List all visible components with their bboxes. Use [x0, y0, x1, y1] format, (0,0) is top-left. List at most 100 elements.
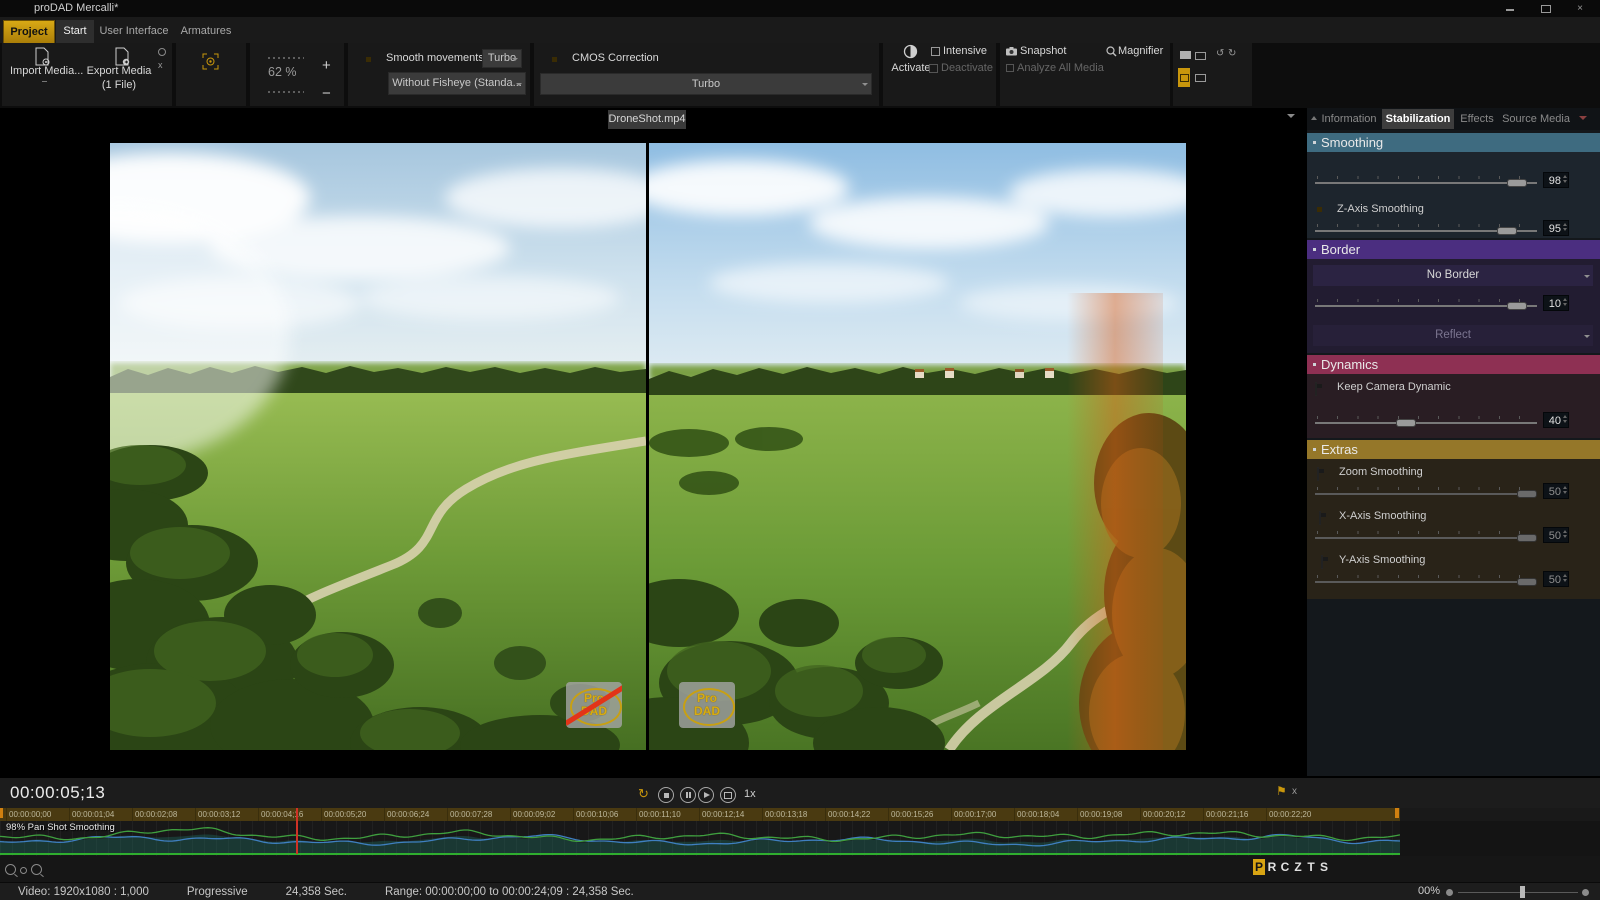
smoothing-slider[interactable] [1315, 174, 1537, 190]
spinner-icon[interactable] [1563, 298, 1567, 306]
section-header-border[interactable]: Border [1307, 240, 1600, 259]
intensive-button[interactable]: Intensive [943, 45, 987, 57]
target-icon[interactable] [202, 53, 219, 73]
border-slider[interactable] [1315, 297, 1537, 313]
maximize-button[interactable] [1536, 3, 1556, 15]
tool-t-button[interactable]: T [1305, 859, 1317, 875]
y-axis-value[interactable]: 50 [1543, 571, 1569, 587]
slider-thumb[interactable] [1517, 578, 1537, 586]
zaxis-value[interactable]: 95 [1543, 220, 1569, 236]
x-axis-slider[interactable] [1315, 529, 1537, 545]
pause-button[interactable] [680, 787, 696, 803]
keep-dynamic-toggle[interactable] [1315, 382, 1317, 396]
smooth-preset-dropdown[interactable]: Turbo [482, 49, 522, 68]
cmos-preset-dropdown[interactable]: Turbo [540, 73, 872, 95]
slider-thumb[interactable] [1497, 227, 1517, 235]
range-start-marker[interactable] [0, 808, 3, 818]
timeline-zoom-thumb[interactable] [1520, 886, 1525, 898]
redo-icon[interactable]: ↻ [1228, 48, 1236, 59]
slider-thumb[interactable] [1507, 179, 1527, 187]
spinner-icon[interactable] [1563, 415, 1567, 423]
timeline-ruler[interactable]: 00:00:00;00 00:00:01;04 00:00:02;08 00:0… [0, 808, 1400, 821]
tab-source-media[interactable]: Source Media [1500, 109, 1572, 129]
import-media-button[interactable]: Import Media... [10, 65, 80, 77]
import-dropdown-icon[interactable] [42, 81, 47, 82]
zaxis-slider[interactable] [1315, 222, 1537, 238]
panel-close-icon[interactable]: x [158, 60, 163, 70]
zoom-smoothing-value[interactable]: 50 [1543, 483, 1569, 499]
full-view-icon[interactable] [1195, 74, 1206, 82]
timeline-zoom-slider[interactable] [1458, 892, 1578, 893]
y-axis-toggle[interactable] [1321, 555, 1323, 569]
zoom-out-button[interactable]: − [322, 85, 331, 102]
tool-c-button[interactable]: C [1279, 859, 1291, 875]
panel-menu-chevron-icon[interactable] [1579, 116, 1587, 120]
compare-view-active-icon[interactable] [1178, 68, 1190, 87]
analysis-track[interactable] [0, 821, 1400, 856]
flag-icon[interactable]: ⚑ [1276, 784, 1287, 798]
tab-user-interface[interactable]: User Interface [96, 20, 172, 43]
playhead[interactable] [296, 808, 298, 854]
video-preview-stabilized[interactable]: Pro DAD [649, 143, 1186, 750]
close-button[interactable]: × [1570, 3, 1590, 15]
timeline-zoom-in-icon[interactable] [1582, 889, 1589, 896]
tab-stabilization[interactable]: Stabilization [1382, 109, 1454, 129]
section-header-smoothing[interactable]: Smoothing [1307, 133, 1600, 152]
tool-p-button[interactable]: P [1253, 859, 1265, 875]
zoom-out-timeline-icon[interactable] [5, 864, 16, 875]
spinner-icon[interactable] [1563, 486, 1567, 494]
spinner-icon[interactable] [1563, 175, 1567, 183]
snapshot-button[interactable]: Snapshot [1020, 45, 1066, 57]
playback-speed[interactable]: 1x [744, 788, 756, 800]
dynamics-slider[interactable] [1315, 414, 1537, 430]
zoom-in-timeline-icon[interactable] [31, 864, 42, 875]
dynamics-value[interactable]: 40 [1543, 412, 1569, 428]
zoom-smoothing-slider[interactable] [1315, 485, 1537, 501]
tab-project[interactable]: Project [3, 20, 55, 45]
tool-s-button[interactable]: S [1318, 859, 1330, 875]
border-value[interactable]: 10 [1543, 295, 1569, 311]
border-mode-dropdown[interactable]: No Border [1313, 265, 1593, 286]
tab-start[interactable]: Start [56, 20, 94, 43]
tab-effects[interactable]: Effects [1456, 109, 1498, 129]
deactivate-button[interactable]: Deactivate [941, 62, 993, 74]
section-header-dynamics[interactable]: Dynamics [1307, 355, 1600, 374]
x-axis-toggle[interactable] [1319, 511, 1321, 525]
spinner-icon[interactable] [1563, 574, 1567, 582]
viewer-menu-chevron-icon[interactable] [1287, 114, 1295, 118]
dual-view-icon[interactable] [1195, 52, 1206, 60]
y-axis-slider[interactable] [1315, 573, 1537, 589]
slider-thumb[interactable] [1396, 419, 1416, 427]
analyze-all-media-button[interactable]: Analyze All Media [1017, 62, 1104, 74]
single-view-icon[interactable] [1180, 51, 1191, 59]
spinner-icon[interactable] [1563, 223, 1567, 231]
stop-button[interactable] [658, 787, 674, 803]
zoom-reset-icon[interactable] [20, 867, 27, 874]
smoothing-value[interactable]: 98 [1543, 172, 1569, 188]
range-end-marker[interactable] [1395, 808, 1399, 818]
fisheye-dropdown[interactable]: Without Fisheye (Standa... [388, 72, 526, 95]
clip-name-tab[interactable]: DroneShot.mp4 [608, 110, 686, 129]
tool-z-button[interactable]: Z [1292, 859, 1304, 875]
zoom-smoothing-toggle[interactable] [1317, 467, 1319, 481]
slider-thumb[interactable] [1507, 302, 1527, 310]
reflect-dropdown[interactable]: Reflect [1313, 325, 1593, 346]
spinner-icon[interactable] [1563, 530, 1567, 538]
undo-icon[interactable]: ↺ [1216, 48, 1224, 59]
minimize-button[interactable] [1500, 3, 1520, 15]
video-preview-original[interactable]: Pro DAD [110, 143, 646, 750]
panel-options-icon[interactable] [158, 48, 166, 56]
slider-thumb[interactable] [1517, 490, 1537, 498]
tab-armatures[interactable]: Armatures [176, 20, 236, 43]
marker-close-icon[interactable]: x [1292, 786, 1297, 797]
frame-button[interactable] [720, 787, 736, 803]
timeline-zoom-out-icon[interactable] [1446, 889, 1453, 896]
panel-collapse-icon[interactable] [1311, 116, 1317, 120]
loop-icon[interactable]: ↻ [638, 786, 649, 802]
slider-thumb[interactable] [1517, 534, 1537, 542]
export-media-button[interactable]: Export Media [84, 65, 154, 77]
tool-r-button[interactable]: R [1266, 859, 1278, 875]
x-axis-value[interactable]: 50 [1543, 527, 1569, 543]
tab-information[interactable]: Information [1318, 109, 1380, 129]
section-header-extras[interactable]: Extras [1307, 440, 1600, 459]
